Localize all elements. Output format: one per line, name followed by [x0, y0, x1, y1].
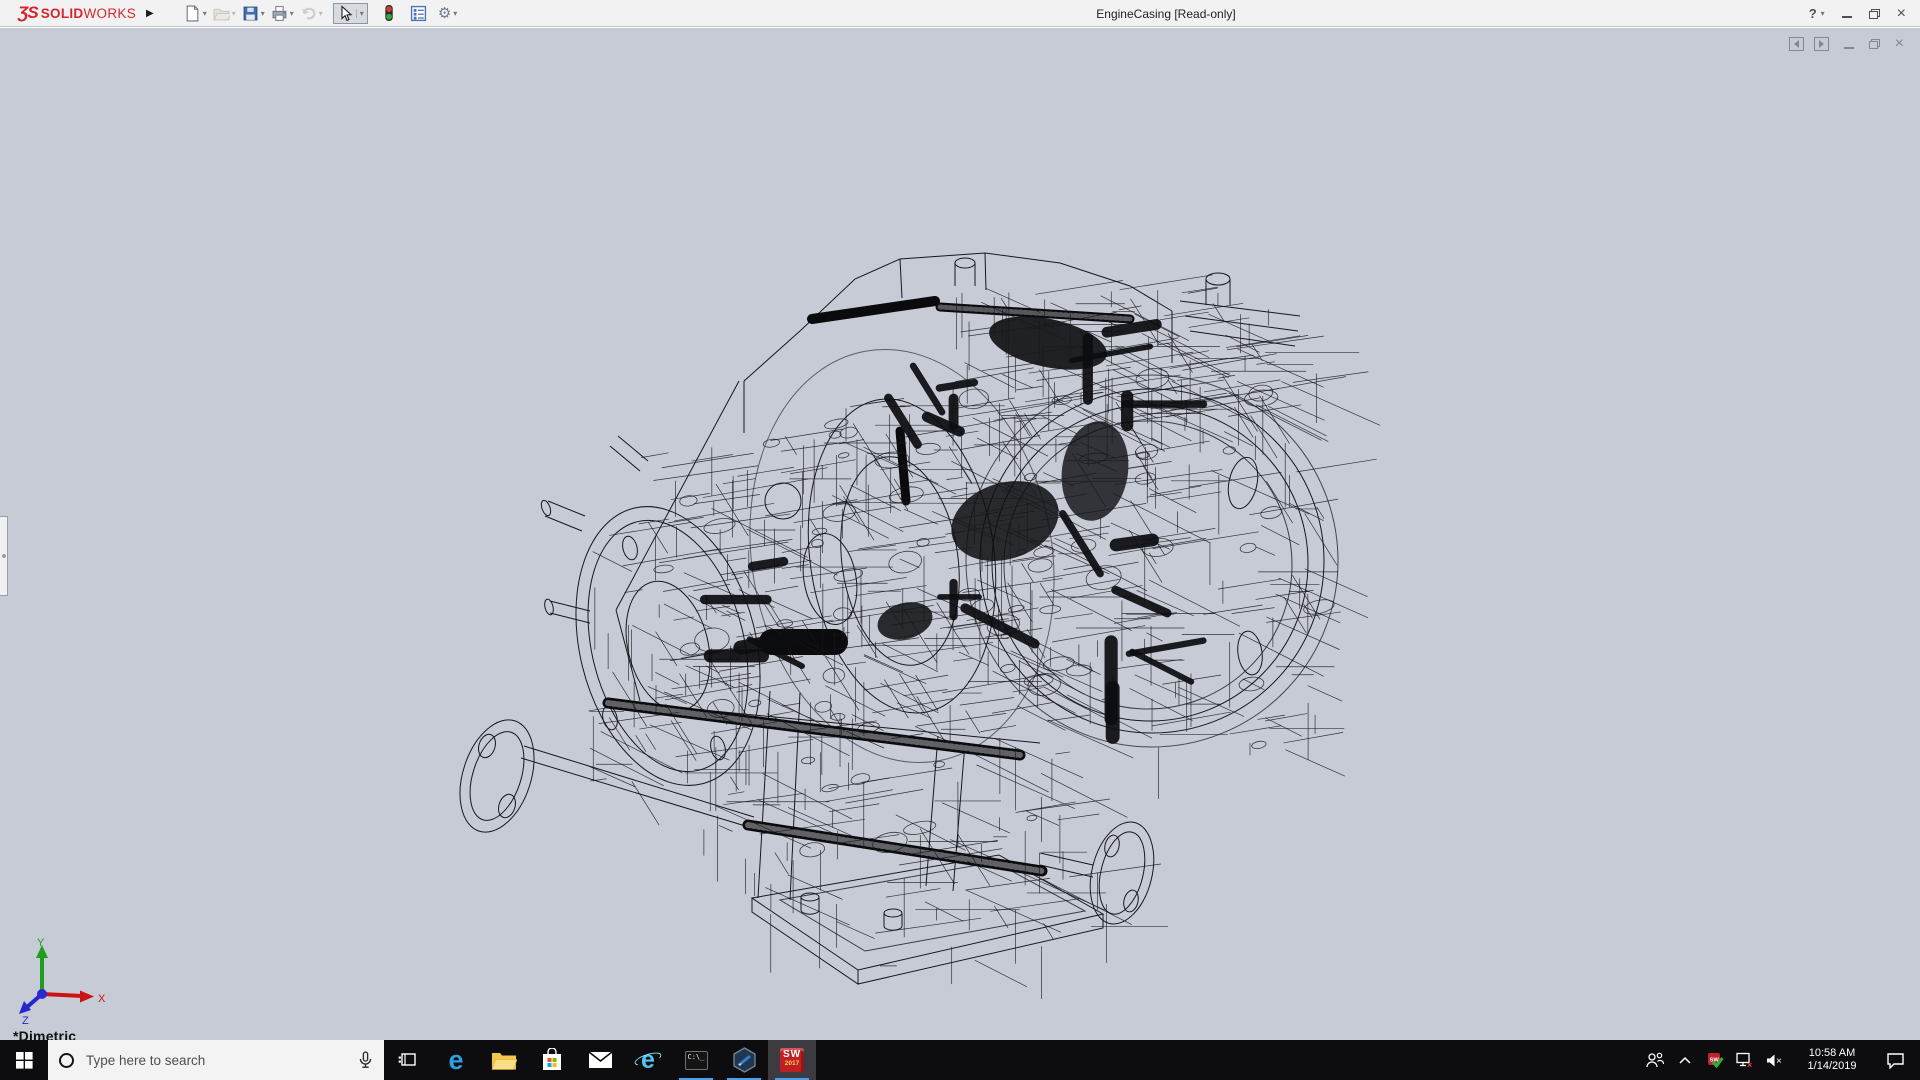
svg-text:×: × — [1776, 1056, 1782, 1067]
task-view-button[interactable] — [384, 1040, 432, 1080]
svg-text:×: × — [1747, 1060, 1752, 1069]
action-center-button[interactable] — [1876, 1040, 1914, 1080]
system-tray: sw × × 10:58 AM 1/14/2019 — [1642, 1040, 1920, 1080]
tray-chevron-button[interactable] — [1672, 1040, 1698, 1080]
taskbar-clock[interactable]: 10:58 AM 1/14/2019 — [1792, 1047, 1872, 1073]
orientation-triad: Y X Z — [19, 937, 106, 1024]
edge-icon: e — [448, 1044, 464, 1075]
cortana-icon[interactable] — [59, 1052, 74, 1068]
help-button[interactable]: ? — [1809, 6, 1817, 21]
solidworks-status-tray[interactable]: sw — [1702, 1040, 1728, 1080]
network-status-tray[interactable]: × — [1732, 1040, 1758, 1080]
clock-date: 1/14/2019 — [1807, 1060, 1857, 1072]
open-button[interactable]: ▾ — [211, 4, 238, 23]
network-disconnected-icon: × — [1735, 1052, 1752, 1069]
brand-solid: SOLID — [40, 6, 84, 21]
command-prompt-icon: C:\_ — [684, 1050, 708, 1070]
new-document-button[interactable]: ▾ — [182, 4, 209, 23]
stoplight-icon — [385, 5, 393, 21]
window-title: EngineCasing [Read-only] — [1096, 6, 1236, 21]
triad-z-label: Z — [22, 1015, 29, 1024]
quick-access-toolbar: ▾ ▾ ▾ ▾ ▾ ▾ ⚙ ▾ — [182, 2, 460, 24]
volume-tray[interactable]: × — [1762, 1040, 1788, 1080]
close-button[interactable]: × — [1897, 5, 1906, 22]
save-button[interactable]: ▾ — [240, 4, 267, 23]
orientation-label: *Dimetric — [13, 1028, 77, 1040]
volume-muted-icon: × — [1767, 1054, 1782, 1067]
microsoft-store-icon — [543, 1048, 561, 1070]
brand-works: WORKS — [83, 6, 137, 21]
microphone-icon[interactable] — [357, 1051, 374, 1069]
titlebar: ƷS SOLID WORKS ▶ ▾ ▾ ▾ ▾ ▾ ▾ ⚙ ▾ EngineC… — [0, 0, 1920, 27]
mail-button[interactable] — [576, 1040, 624, 1080]
print-icon — [272, 5, 287, 21]
engine-casing-wireframe[interactable] — [0, 28, 1920, 1040]
edrawings-button[interactable] — [720, 1040, 768, 1080]
new-document-icon — [186, 5, 199, 21]
undo-icon — [301, 7, 316, 19]
file-explorer-button[interactable] — [480, 1040, 528, 1080]
people-icon — [1646, 1052, 1665, 1068]
open-folder-icon — [212, 8, 230, 20]
print-button[interactable]: ▾ — [269, 4, 296, 23]
select-tool-button[interactable]: ▾ — [332, 2, 368, 24]
solidworks-check-icon: sw — [1707, 1052, 1724, 1069]
taskbar-search-box[interactable] — [48, 1040, 384, 1080]
solidworks-2017-icon: SW 2017 — [780, 1048, 804, 1072]
file-properties-button[interactable] — [408, 4, 429, 23]
options-gear-button[interactable]: ⚙ ▾ — [436, 5, 459, 22]
minimize-button[interactable] — [1841, 9, 1852, 18]
gear-icon: ⚙ — [437, 4, 452, 22]
triad-y-label: Y — [37, 937, 45, 949]
menu-flyout-arrow-icon[interactable]: ▶ — [146, 8, 154, 19]
windows-logo-icon — [15, 1051, 33, 1069]
mail-icon — [588, 1051, 612, 1068]
internet-explorer-button[interactable]: e — [624, 1040, 672, 1080]
clock-time: 10:58 AM — [1808, 1047, 1856, 1059]
window-controls: ? ▾ × — [1808, 4, 1906, 22]
graphics-viewport[interactable]: × Y X Z *Dimetric — [0, 28, 1920, 1040]
stoplight-button[interactable] — [378, 3, 399, 23]
ds-logo-icon: ƷS — [18, 3, 39, 22]
task-view-icon — [398, 1053, 416, 1066]
command-prompt-button[interactable]: C:\_ — [672, 1040, 720, 1080]
chevron-up-icon — [1679, 1056, 1691, 1064]
people-button[interactable] — [1642, 1040, 1668, 1080]
triad-x-label: X — [98, 993, 106, 1005]
edge-button[interactable]: e — [432, 1040, 480, 1080]
solidworks-taskbar-button[interactable]: SW 2017 — [768, 1040, 816, 1080]
solidworks-logo: ƷS SOLID WORKS — [18, 3, 136, 23]
microsoft-store-button[interactable] — [528, 1040, 576, 1080]
undo-button[interactable]: ▾ — [298, 4, 325, 23]
save-floppy-icon — [243, 6, 258, 20]
taskbar: e e C:\_ — [0, 1040, 1920, 1080]
search-input[interactable] — [86, 1052, 357, 1068]
restore-button[interactable] — [1868, 8, 1880, 19]
internet-explorer-icon: e — [633, 1047, 663, 1073]
action-center-icon — [1886, 1052, 1904, 1069]
file-explorer-icon — [491, 1052, 517, 1070]
select-cursor-icon — [341, 4, 353, 21]
edrawings-hexagon-icon — [732, 1047, 756, 1073]
start-button[interactable] — [0, 1040, 48, 1080]
file-properties-icon — [410, 5, 426, 21]
